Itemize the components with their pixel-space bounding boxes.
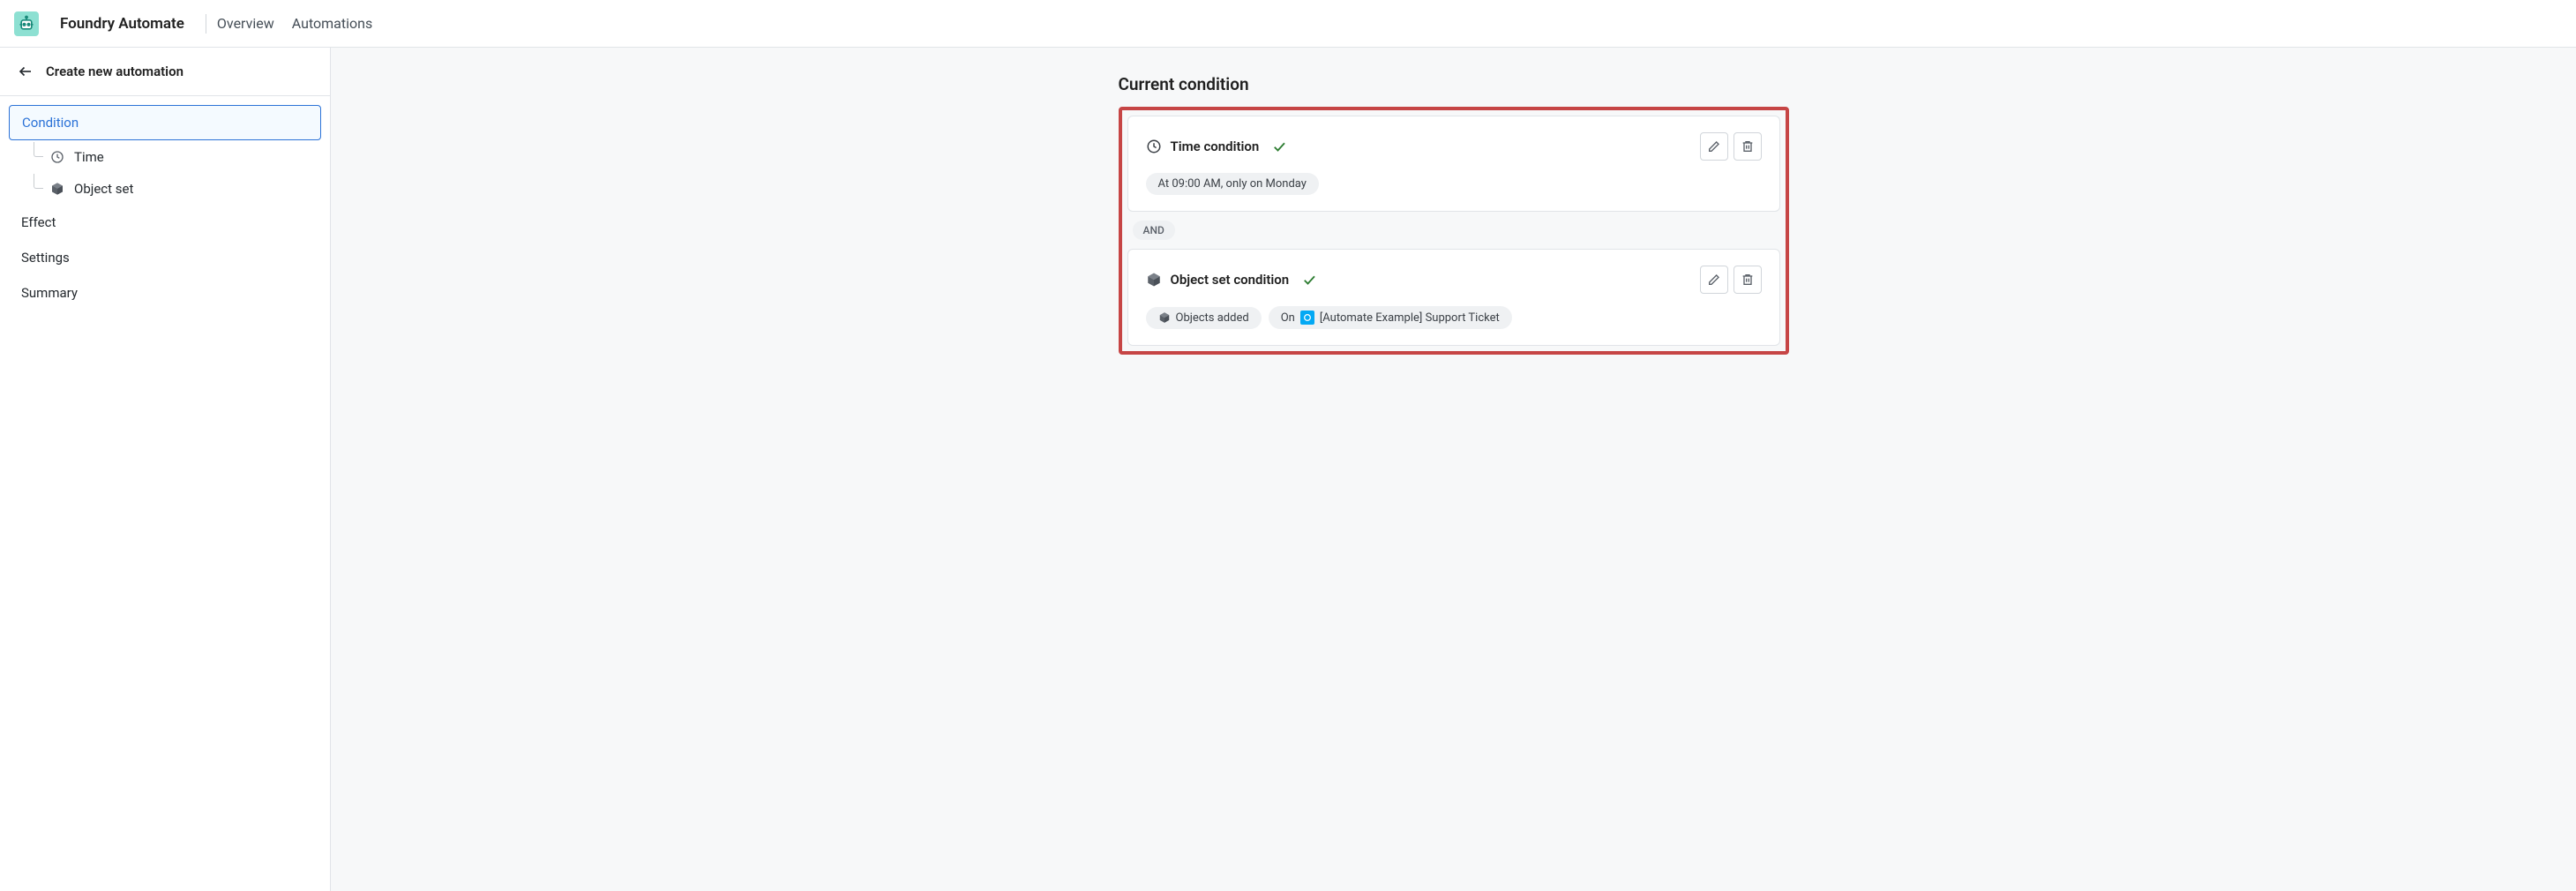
schedule-chip: At 09:00 AM, only on Monday [1146,173,1319,195]
section-title: Current condition [1119,74,1789,94]
sidebar-subitem-time[interactable]: Time [9,142,321,172]
objects-added-chip-text: Objects added [1176,311,1249,325]
conditions-highlight: Time condition [1119,107,1789,355]
condition-connector: AND [1133,221,1780,240]
sidebar-header: Create new automation [0,48,330,96]
sidebar-item-condition[interactable]: Condition [9,105,321,140]
edit-button[interactable] [1700,132,1728,161]
sidebar-subitem-object-set-label: Object set [74,181,133,197]
cube-icon [1146,272,1162,288]
back-arrow-icon[interactable] [18,64,34,79]
schedule-chip-text: At 09:00 AM, only on Monday [1158,177,1307,191]
app-title: Foundry Automate [60,15,184,33]
main-content: Current condition Time condition [331,48,2576,891]
cube-icon [49,181,65,197]
app-logo [14,11,39,36]
edit-button[interactable] [1700,266,1728,294]
delete-button[interactable] [1734,266,1762,294]
object-type-name: [Automate Example] Support Ticket [1320,311,1500,325]
time-condition-card: Time condition [1127,116,1780,212]
clock-icon [49,149,65,165]
time-condition-title: Time condition [1171,139,1260,154]
top-bar: Foundry Automate Overview Automations [0,0,2576,48]
connector-badge: AND [1133,221,1175,240]
sidebar-page-title: Create new automation [46,64,183,79]
delete-button[interactable] [1734,132,1762,161]
checkmark-icon [1271,139,1287,154]
sidebar-subitem-time-label: Time [74,149,104,165]
on-label: On [1281,311,1295,325]
sidebar-item-settings[interactable]: Settings [9,241,321,274]
nav-automations[interactable]: Automations [292,15,372,32]
sidebar-item-effect[interactable]: Effect [9,206,321,239]
sidebar-item-summary[interactable]: Summary [9,276,321,310]
objects-added-chip: Objects added [1146,307,1262,329]
sidebar: Create new automation Condition Time [0,48,331,891]
clock-icon [1146,139,1162,154]
object-type-chip: On [Automate Example] Support Ticket [1269,306,1512,329]
object-set-condition-card: Object set condition [1127,249,1780,346]
cube-plus-icon [1158,311,1171,324]
object-set-condition-title: Object set condition [1171,272,1290,288]
sidebar-subitem-object-set[interactable]: Object set [9,174,321,204]
nav-overview[interactable]: Overview [217,15,274,32]
object-type-icon [1300,311,1314,325]
checkmark-icon [1301,272,1317,288]
